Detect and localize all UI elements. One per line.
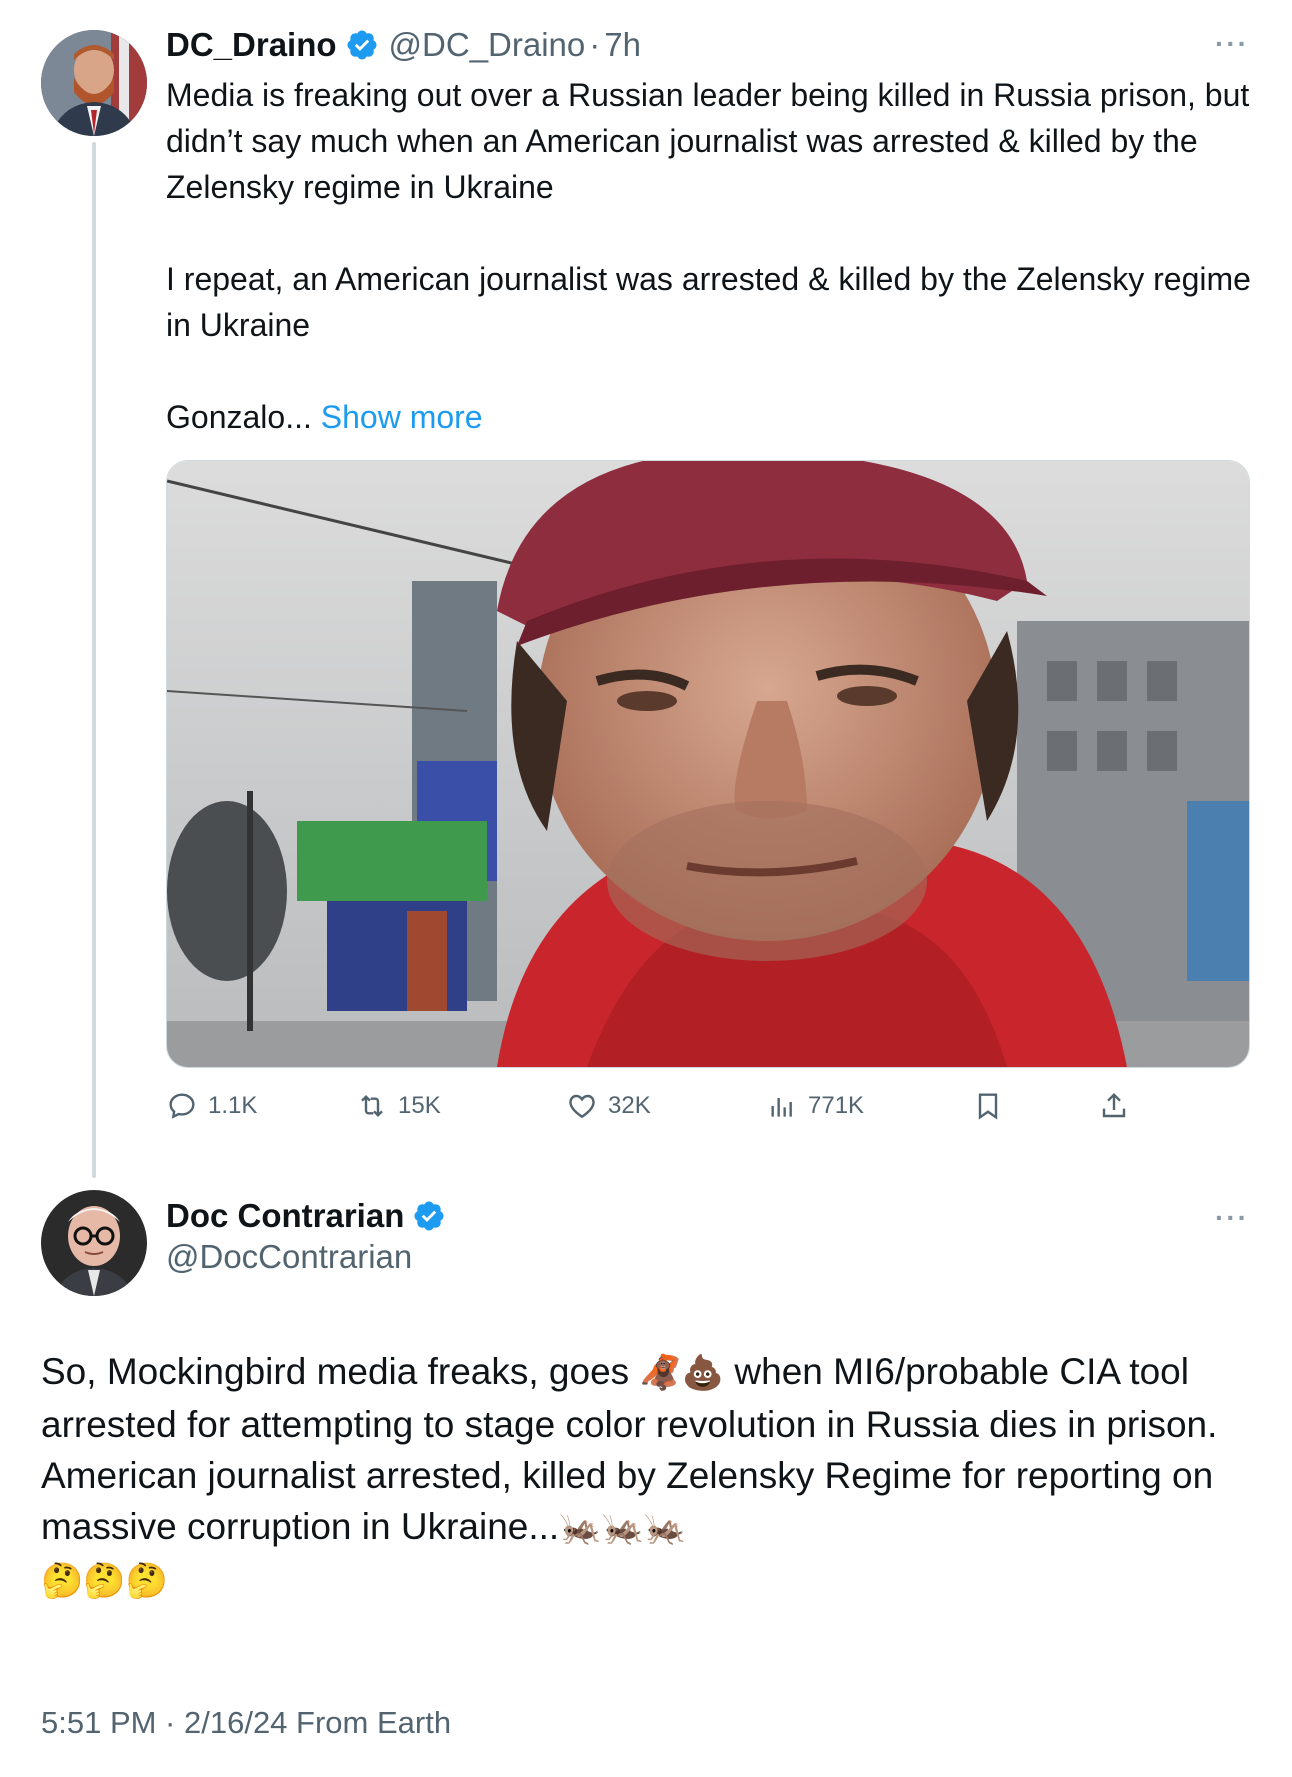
main-more-options-icon[interactable]: ··· [1215, 1202, 1249, 1234]
parent-more-options-icon[interactable]: ··· [1215, 28, 1249, 60]
reply-button[interactable]: 1.1K [166, 1083, 257, 1129]
bookmark-button[interactable] [972, 1083, 1014, 1129]
main-tweet-text: So, Mockingbird media freaks, goes 🦧💩 wh… [41, 1346, 1261, 1607]
main-tweet-header: Doc Contrarian [166, 1192, 456, 1240]
parent-paragraph-3: Gonzalo... Show more [166, 394, 1256, 440]
parent-handle[interactable]: @DC_Draino [389, 26, 586, 64]
thread-connector [92, 142, 96, 1178]
main-paragraph-2: American journalist arrested, killed by … [41, 1450, 1261, 1554]
verified-badge-icon [414, 1201, 444, 1231]
view-count: 771K [808, 1092, 865, 1119]
cricket-emoji: 🦗🦗🦗 [559, 1508, 687, 1548]
parent-age[interactable]: 7h [604, 26, 641, 64]
repost-count: 15K [398, 1092, 441, 1119]
repost-button[interactable]: 15K [356, 1083, 441, 1129]
like-button[interactable]: 32K [566, 1083, 651, 1129]
share-button[interactable] [1098, 1083, 1140, 1129]
thinking-face-emoji: 🤔🤔🤔 [41, 1561, 169, 1601]
main-display-name[interactable]: Doc Contrarian [166, 1197, 404, 1235]
reply-icon [169, 1093, 195, 1119]
parent-display-name[interactable]: DC_Draino [166, 26, 337, 64]
parent-tweet[interactable]: DC_Draino @DC_Draino · 7h ··· Media is f… [0, 0, 1292, 1180]
repost-icon [361, 1094, 383, 1118]
parent-tweet-text: Media is freaking out over a Russian lea… [166, 72, 1256, 440]
tweet-photo[interactable] [166, 460, 1250, 1068]
reply-count: 1.1K [208, 1092, 258, 1119]
main-handle[interactable]: @DocContrarian [166, 1238, 412, 1276]
parent-action-bar: 1.1K 15K 32K 771K [166, 1083, 1166, 1129]
show-more-link[interactable]: Show more [321, 399, 483, 435]
header-separator: · [589, 26, 601, 63]
main-text-segment: So, Mockingbird media freaks, goes [41, 1351, 640, 1392]
like-count: 32K [608, 1092, 651, 1119]
tweet-timestamp[interactable]: 5:51 PM · 2/16/24 From Earth [41, 1705, 451, 1741]
main-paragraph-1: So, Mockingbird media freaks, goes 🦧💩 wh… [41, 1346, 1261, 1450]
views-button[interactable]: 771K [766, 1083, 864, 1129]
share-icon [1102, 1092, 1126, 1118]
parent-paragraph-1: Media is freaking out over a Russian lea… [166, 77, 1250, 205]
orangutan-poop-emoji: 🦧💩 [639, 1353, 725, 1393]
analytics-icon [771, 1098, 792, 1117]
main-paragraph-3: 🤔🤔🤔 [41, 1554, 1261, 1607]
photo-image [167, 461, 1249, 1067]
dc-draino-avatar[interactable] [41, 30, 147, 136]
parent-paragraph-2: I repeat, an American journalist was arr… [166, 261, 1251, 343]
verified-badge-icon [347, 30, 377, 60]
parent-truncated-text: Gonzalo... [166, 399, 312, 435]
doc-contrarian-avatar[interactable] [41, 1190, 147, 1296]
bookmark-icon [978, 1093, 998, 1120]
heart-icon [569, 1094, 595, 1119]
parent-tweet-header: DC_Draino @DC_Draino · 7h [166, 22, 641, 68]
